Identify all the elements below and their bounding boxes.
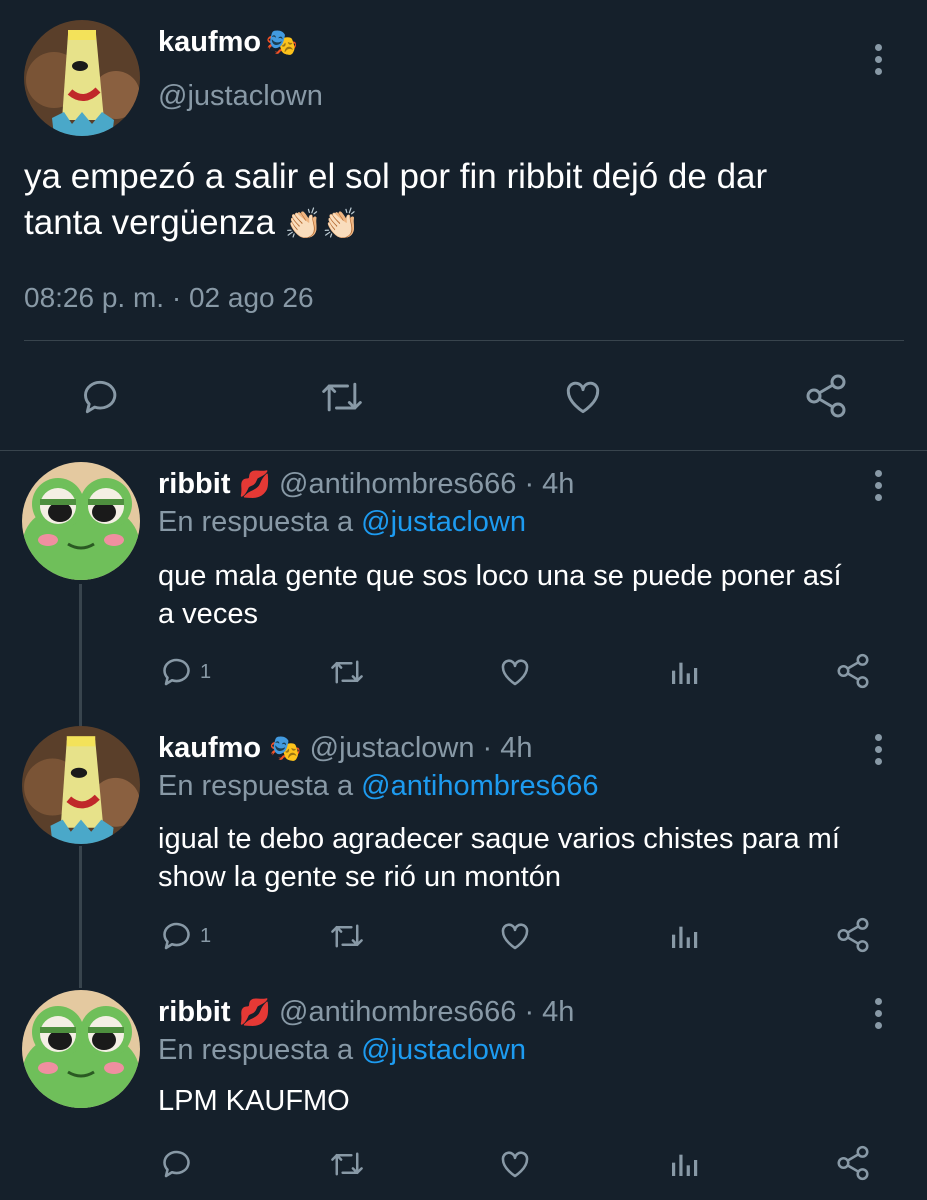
more-options-icon[interactable] — [872, 44, 884, 80]
reply-header: ribbit 💋 @antihombres666 · 4h — [158, 996, 574, 1029]
author-name[interactable]: ribbit — [158, 996, 231, 1028]
analytics-icon[interactable] — [668, 656, 700, 688]
reply-text: LPM KAUFMO — [158, 1085, 350, 1117]
avatar-kaufmo[interactable] — [24, 20, 140, 136]
reply-button[interactable]: 1 — [160, 654, 211, 690]
reply-header: ribbit 💋 @antihombres666 · 4h — [158, 468, 574, 501]
share-icon[interactable] — [802, 372, 850, 420]
analytics-icon[interactable] — [668, 1148, 700, 1180]
retweet-icon[interactable] — [318, 375, 366, 419]
retweet-icon[interactable] — [328, 654, 366, 690]
avatar-ribbit[interactable] — [22, 990, 140, 1108]
like-icon[interactable] — [560, 375, 606, 419]
author-name: kaufmo — [158, 26, 262, 58]
reply-count: 1 — [200, 924, 212, 947]
theater-masks-emoji: 🎭 — [265, 28, 298, 58]
main-author[interactable]: kaufmo 🎭 — [158, 26, 298, 59]
reply-icon[interactable] — [80, 375, 124, 419]
like-icon[interactable] — [497, 654, 533, 690]
divider — [0, 450, 927, 451]
avatar-kaufmo[interactable] — [22, 726, 140, 844]
share-icon[interactable] — [834, 652, 872, 690]
retweet-icon[interactable] — [328, 1146, 366, 1182]
clapping-hands-emoji: 👏🏻👏🏻 — [284, 207, 360, 242]
avatar-ribbit[interactable] — [22, 462, 140, 580]
like-icon[interactable] — [497, 918, 533, 954]
author-name[interactable]: ribbit — [158, 468, 231, 500]
theater-masks-emoji: 🎭 — [269, 734, 302, 764]
reply-icon — [163, 658, 190, 686]
handle-and-time: @antihombres666 · 4h — [279, 996, 575, 1028]
more-options-icon[interactable] — [872, 998, 884, 1034]
like-icon[interactable] — [497, 1146, 533, 1182]
reply-context: En respuesta a @justaclown — [158, 506, 526, 538]
reply-context: En respuesta a @antihombres666 — [158, 770, 599, 802]
author-handle[interactable]: @justaclown — [158, 80, 323, 113]
reply-icon — [163, 922, 190, 950]
reply-text: que mala gente que sos loco una se puede… — [158, 560, 842, 630]
more-options-icon[interactable] — [872, 734, 884, 770]
mention-link[interactable]: @justaclown — [361, 1034, 526, 1066]
handle-and-time: @justaclown · 4h — [309, 732, 533, 764]
more-options-icon[interactable] — [872, 470, 884, 506]
author-name[interactable]: kaufmo — [158, 732, 261, 764]
analytics-icon[interactable] — [668, 920, 700, 952]
divider — [24, 340, 904, 341]
handle-and-time: @antihombres666 · 4h — [279, 468, 575, 500]
mention-link[interactable]: @antihombres666 — [361, 770, 598, 802]
kiss-mark-emoji: 💋 — [238, 998, 271, 1028]
tweet-text: ya empezó a salir el sol por fin ribbit … — [24, 157, 768, 242]
reply-text: igual te debo agradecer saque varios chi… — [158, 823, 840, 893]
tweet-timestamp: 08:26 p. m. · 02 ago 26 — [24, 282, 314, 313]
reply-button[interactable]: 1 — [160, 918, 211, 954]
reply-icon[interactable] — [160, 1146, 196, 1182]
share-icon[interactable] — [834, 916, 872, 954]
kiss-mark-emoji: 💋 — [238, 470, 271, 500]
share-icon[interactable] — [834, 1144, 872, 1182]
retweet-icon[interactable] — [328, 918, 366, 954]
thread-line — [79, 846, 82, 988]
reply-count: 1 — [200, 660, 212, 683]
thread-line — [79, 584, 82, 726]
reply-header: kaufmo 🎭 @justaclown · 4h — [158, 732, 533, 765]
mention-link[interactable]: @justaclown — [361, 506, 526, 538]
reply-context: En respuesta a @justaclown — [158, 1034, 526, 1066]
